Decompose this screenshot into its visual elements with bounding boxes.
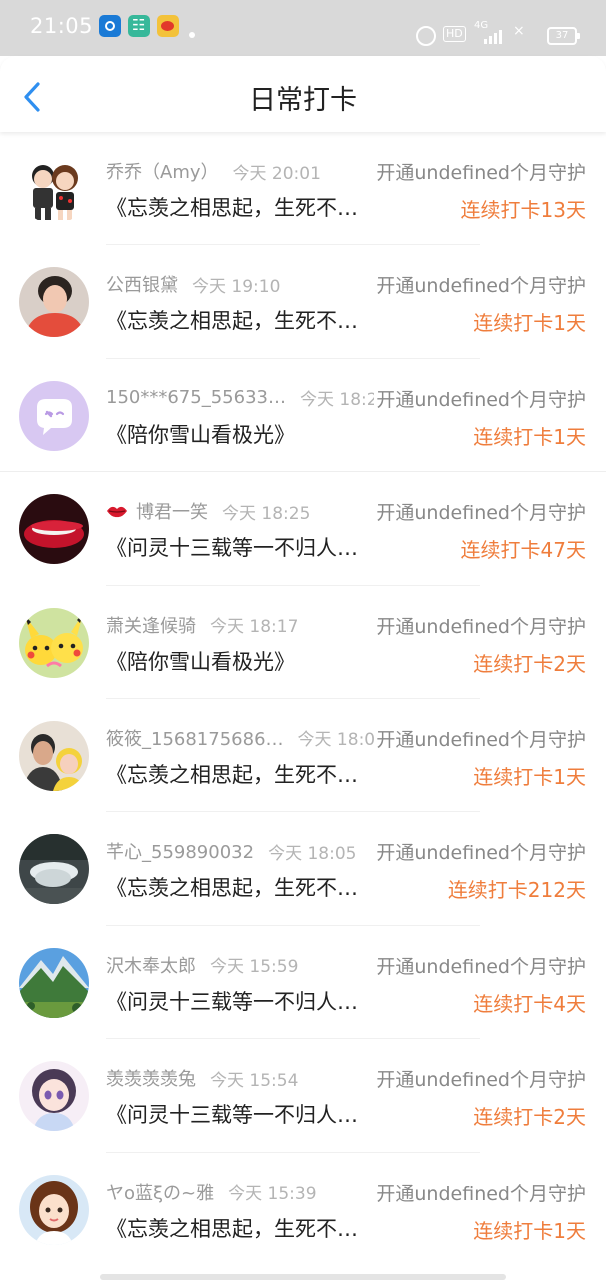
- user-name[interactable]: 筱筱_1568175686…: [106, 725, 284, 751]
- streak-count: 连续打卡212天: [447, 878, 586, 903]
- checkin-time: 今天 15:39: [228, 1184, 317, 1205]
- checkin-content[interactable]: 《问灵十三载等一不归人…: [106, 986, 384, 1016]
- list-item[interactable]: 公西银黛 今天 19:10 开通undefined个月守护 《忘羡之相思起，生死不…: [0, 245, 606, 360]
- guard-link[interactable]: 开通undefined个月守护: [374, 1065, 586, 1093]
- checkin-time: 今天 18:05: [268, 843, 357, 864]
- guard-link[interactable]: 开通undefined个月守护: [374, 724, 586, 752]
- checkin-content[interactable]: 《忘羡之相思起，生死不…: [106, 305, 384, 335]
- avatar[interactable]: [19, 947, 89, 1018]
- checkin-time: 今天 18:25: [222, 503, 311, 524]
- streak-count: 连续打卡2天: [473, 1105, 586, 1130]
- checkin-time: 今天 15:54: [210, 1070, 299, 1091]
- checkin-content[interactable]: 《问灵十三载等一不归人…: [106, 532, 384, 562]
- list-item[interactable]: 博君一笑 今天 18:25 开通undefined个月守护 《问灵十三载等一不归人…: [0, 472, 606, 586]
- streak-count: 连续打卡2天: [473, 651, 586, 676]
- user-name[interactable]: 乔乔（Amy）: [106, 158, 219, 184]
- avatar[interactable]: [19, 494, 89, 565]
- list-item[interactable]: 沢木奉太郎 今天 15:59 开通undefined个月守护 《问灵十三载等一不归…: [0, 926, 606, 1040]
- list-item[interactable]: 萧关逢候骑 今天 18:17 开通undefined个月守护 《陪你雪山看极光》 …: [0, 586, 606, 700]
- status-time: 21:05: [30, 14, 94, 38]
- list-item[interactable]: 150***675_55633… 今天 18:29 开通undefined个月守护…: [0, 359, 606, 473]
- bank-app-icon: [128, 15, 150, 37]
- alarm-icon: [416, 26, 436, 46]
- avatar[interactable]: [19, 380, 89, 451]
- checkin-content[interactable]: 《忘羡之相思起，生死不…: [106, 1213, 384, 1243]
- checkin-list: 乔乔（Amy） 今天 20:01 开通undefined个月守护 《忘羡之相思起，…: [0, 132, 606, 1266]
- user-name[interactable]: 博君一笑: [136, 498, 208, 524]
- no-signal-icon: ×: [513, 23, 525, 39]
- avatar[interactable]: [19, 834, 89, 905]
- avatar[interactable]: [19, 267, 89, 338]
- user-name[interactable]: 羡羡羡羡兔: [106, 1065, 196, 1091]
- user-name-line: 150***675_55633… 今天 18:29: [106, 385, 388, 410]
- guard-link[interactable]: 开通undefined个月守护: [374, 611, 586, 639]
- list-item[interactable]: ヤo蓝ξの~雅 今天 15:39 开通undefined个月守护 《忘羡之相思起，…: [0, 1153, 606, 1266]
- guard-link[interactable]: 开通undefined个月守护: [374, 1178, 586, 1206]
- list-item[interactable]: 筱筱_1568175686… 今天 18:07 开通undefined个月守护 《…: [0, 699, 606, 813]
- checkin-time: 今天 19:10: [192, 276, 281, 297]
- guard-link[interactable]: 开通undefined个月守护: [374, 951, 586, 979]
- user-name-line: 筱筱_1568175686… 今天 18:07: [106, 725, 386, 751]
- guard-link[interactable]: 开通undefined个月守护: [374, 384, 586, 412]
- user-name[interactable]: 沢木奉太郎: [106, 952, 196, 978]
- streak-count: 连续打卡1天: [473, 311, 586, 336]
- checkin-time: 今天 15:59: [210, 957, 299, 978]
- avatar[interactable]: [19, 1061, 89, 1132]
- checkin-content[interactable]: 《忘羡之相思起，生死不…: [106, 872, 384, 902]
- streak-count: 连续打卡1天: [473, 424, 586, 449]
- streak-count: 连续打卡4天: [473, 991, 586, 1016]
- user-name-line: 公西银黛 今天 19:10: [106, 271, 280, 297]
- circle-app-icon: [99, 15, 121, 37]
- list-item[interactable]: 乔乔（Amy） 今天 20:01 开通undefined个月守护 《忘羡之相思起，…: [0, 132, 606, 246]
- more-notifications-dot: [189, 32, 195, 38]
- user-name[interactable]: ヤo蓝ξの~雅: [106, 1179, 214, 1205]
- streak-count: 连续打卡13天: [460, 198, 586, 222]
- user-name[interactable]: 150***675_55633…: [106, 387, 286, 408]
- user-name-line: 博君一笑 今天 18:25: [106, 498, 310, 524]
- user-name[interactable]: 芊心_559890032: [106, 838, 254, 864]
- user-name-line: 乔乔（Amy） 今天 20:01: [106, 158, 321, 184]
- avatar[interactable]: [19, 1174, 89, 1245]
- avatar[interactable]: [19, 607, 89, 678]
- hd-icon: HD: [443, 26, 466, 42]
- checkin-time: 今天 18:07: [297, 730, 386, 751]
- checkin-content[interactable]: 《忘羡之相思起，生死不…: [106, 759, 384, 789]
- guard-link[interactable]: 开通undefined个月守护: [374, 838, 586, 866]
- battery-icon: 37: [547, 27, 580, 45]
- user-name[interactable]: 萧关逢候骑: [106, 612, 196, 638]
- user-name-line: ヤo蓝ξの~雅 今天 15:39: [106, 1179, 317, 1205]
- user-name-line: 沢木奉太郎 今天 15:59: [106, 952, 298, 978]
- user-name-line: 羡羡羡羡兔 今天 15:54: [106, 1065, 298, 1091]
- guard-link[interactable]: 开通undefined个月守护: [374, 271, 586, 299]
- status-bar: 21:05 HD 4G × 37: [0, 0, 606, 56]
- checkin-content[interactable]: 《陪你雪山看极光》: [106, 419, 384, 449]
- scroll-indicator: [100, 1274, 506, 1280]
- checkin-time: 今天 18:17: [210, 617, 299, 638]
- checkin-time: 今天 20:01: [232, 163, 321, 184]
- streak-count: 连续打卡1天: [473, 764, 586, 789]
- list-item[interactable]: 芊心_559890032 今天 18:05 开通undefined个月守护 《忘羡…: [0, 812, 606, 927]
- guard-link[interactable]: 开通undefined个月守护: [374, 498, 586, 526]
- user-name-line: 萧关逢候骑 今天 18:17: [106, 612, 298, 638]
- checkin-content[interactable]: 《陪你雪山看极光》: [106, 646, 384, 676]
- streak-count: 连续打卡1天: [473, 1218, 586, 1243]
- page-title: 日常打卡: [249, 85, 357, 116]
- checkin-content[interactable]: 《问灵十三载等一不归人…: [106, 1099, 384, 1129]
- guard-link[interactable]: 开通undefined个月守护: [374, 158, 586, 185]
- weibo-icon: [157, 15, 179, 37]
- user-name[interactable]: 公西银黛: [106, 271, 178, 297]
- avatar[interactable]: [19, 154, 89, 224]
- checkin-content[interactable]: 《忘羡之相思起，生死不…: [106, 192, 384, 222]
- signal-bars-icon: [484, 28, 504, 44]
- user-name-line: 芊心_559890032 今天 18:05: [106, 838, 356, 864]
- streak-count: 连续打卡47天: [460, 538, 586, 563]
- lips-icon: [106, 503, 128, 519]
- avatar[interactable]: [19, 720, 89, 791]
- list-item[interactable]: 羡羡羡羡兔 今天 15:54 开通undefined个月守护 《问灵十三载等一不归…: [0, 1039, 606, 1153]
- header: 日常打卡: [0, 56, 606, 132]
